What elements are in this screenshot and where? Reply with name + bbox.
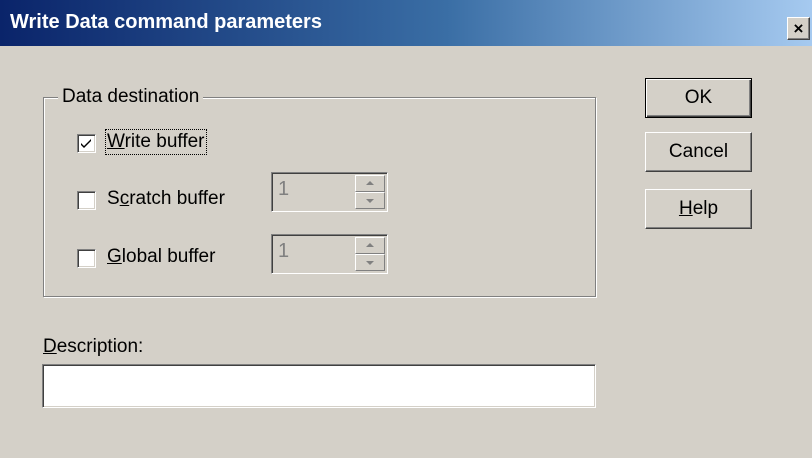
global-buffer-label[interactable]: Global buffer xyxy=(107,246,215,268)
up-arrow-icon xyxy=(366,181,374,185)
checkmark-icon xyxy=(81,139,91,148)
scratch-spin-down-button[interactable] xyxy=(355,192,385,209)
scratch-buffer-spinner[interactable]: 1 xyxy=(271,172,388,212)
global-buffer-checkbox[interactable] xyxy=(77,249,96,268)
data-destination-label: Data destination xyxy=(58,86,204,108)
close-icon: × xyxy=(793,19,804,38)
window-title: Write Data command parameters xyxy=(10,11,322,33)
scratch-buffer-label[interactable]: Scratch buffer xyxy=(107,188,225,210)
description-input[interactable] xyxy=(42,364,596,408)
scratch-buffer-checkbox[interactable] xyxy=(77,191,96,210)
down-arrow-icon xyxy=(366,261,374,265)
global-buffer-value: 1 xyxy=(278,240,290,262)
cancel-button[interactable]: Cancel xyxy=(645,132,752,172)
global-buffer-spinner[interactable]: 1 xyxy=(271,234,388,274)
close-button[interactable]: × xyxy=(787,17,810,40)
ok-button[interactable]: OK xyxy=(645,78,752,118)
down-arrow-icon xyxy=(366,199,374,203)
title-bar: Write Data command parameters × xyxy=(0,0,812,46)
global-spin-up-button[interactable] xyxy=(355,237,385,254)
scratch-spin-up-button[interactable] xyxy=(355,175,385,192)
global-spin-down-button[interactable] xyxy=(355,254,385,271)
description-label: Description: xyxy=(43,336,144,357)
write-buffer-label[interactable]: Write buffer xyxy=(105,129,207,155)
scratch-buffer-value: 1 xyxy=(278,178,290,200)
write-buffer-checkbox[interactable] xyxy=(77,134,96,153)
help-button[interactable]: Help xyxy=(645,189,752,229)
up-arrow-icon xyxy=(366,243,374,247)
